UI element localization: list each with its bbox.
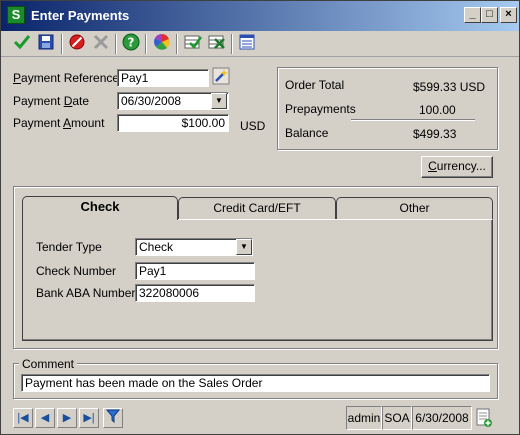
enter-payments-window: S Enter Payments _ □ × ? Payment Referen… bbox=[0, 0, 520, 435]
tab-check[interactable]: Check bbox=[22, 196, 178, 220]
first-record-icon[interactable]: |◀ bbox=[13, 408, 33, 428]
accept-grid-icon[interactable] bbox=[182, 33, 204, 55]
window-title: Enter Payments bbox=[31, 8, 130, 23]
date-dropdown-chevron-down-icon[interactable]: ▼ bbox=[211, 93, 227, 109]
svg-text:?: ? bbox=[128, 36, 135, 50]
color-wheel-icon[interactable] bbox=[151, 33, 173, 55]
tab-credit-card-eft[interactable]: Credit Card/EFT bbox=[178, 197, 336, 219]
maximize-button[interactable]: □ bbox=[481, 7, 498, 23]
title-bar: S Enter Payments _ □ × bbox=[1, 1, 519, 31]
tab-page-check bbox=[22, 219, 493, 341]
help-icon[interactable]: ? bbox=[120, 33, 142, 55]
status-bar: |◀ ◀ ▶ ▶| admin SOA 6/30/2008 bbox=[1, 403, 519, 434]
payment-reference-input[interactable]: Pay1 bbox=[117, 69, 209, 87]
lookup-wand-icon[interactable] bbox=[210, 67, 232, 89]
bank-aba-number-label: Bank ABA Number bbox=[36, 286, 136, 300]
payment-amount-label: Payment Amount bbox=[13, 116, 105, 130]
delete-x-icon[interactable] bbox=[90, 33, 112, 55]
save-disk-icon[interactable] bbox=[35, 33, 57, 55]
toolbar: ? bbox=[1, 31, 519, 57]
order-total-label: Order Total bbox=[285, 78, 345, 92]
tender-type-label: Tender Type bbox=[36, 240, 102, 254]
comment-label: Comment bbox=[19, 357, 78, 371]
toolbar-separator bbox=[115, 34, 117, 54]
next-record-icon[interactable]: ▶ bbox=[57, 408, 77, 428]
last-record-icon[interactable]: ▶| bbox=[79, 408, 99, 428]
status-date: 6/30/2008 bbox=[412, 406, 472, 430]
summary-divider bbox=[351, 119, 475, 121]
memo-add-icon[interactable] bbox=[474, 408, 494, 428]
toolbar-separator bbox=[145, 34, 147, 54]
accept-check-icon[interactable] bbox=[11, 33, 33, 55]
list-icon[interactable] bbox=[236, 33, 258, 55]
prepayments-value: 100.00 bbox=[419, 103, 456, 117]
toolbar-separator bbox=[61, 34, 63, 54]
cancel-icon[interactable] bbox=[66, 33, 88, 55]
status-company: SOA bbox=[382, 406, 412, 430]
previous-record-icon[interactable]: ◀ bbox=[35, 408, 55, 428]
order-total-value: $599.33 USD bbox=[413, 80, 486, 94]
payment-reference-label: Payment Reference bbox=[13, 71, 120, 85]
comment-input[interactable]: Payment has been made on the Sales Order bbox=[21, 374, 490, 392]
currency-code-label: USD bbox=[240, 119, 266, 133]
tender-type-chevron-down-icon[interactable]: ▼ bbox=[236, 239, 252, 255]
app-icon: S bbox=[7, 6, 25, 24]
payment-amount-input[interactable]: $100.00 bbox=[117, 114, 229, 132]
currency-button[interactable]: Currency... bbox=[421, 156, 493, 178]
active-tab-join bbox=[23, 218, 177, 221]
check-number-input[interactable]: Pay1 bbox=[135, 262, 255, 280]
toolbar-separator bbox=[231, 34, 233, 54]
filter-funnel-icon[interactable] bbox=[103, 408, 123, 428]
check-number-label: Check Number bbox=[36, 264, 117, 278]
bank-aba-number-input[interactable]: 322080006 bbox=[135, 284, 255, 302]
payment-date-label: Payment Date bbox=[13, 94, 90, 108]
balance-label: Balance bbox=[285, 126, 329, 140]
prepayments-label: Prepayments bbox=[285, 102, 356, 116]
minimize-button[interactable]: _ bbox=[464, 7, 481, 23]
tab-other[interactable]: Other bbox=[336, 197, 493, 219]
toolbar-separator bbox=[176, 34, 178, 54]
balance-value: $499.33 bbox=[413, 127, 457, 141]
close-button[interactable]: × bbox=[500, 7, 517, 23]
status-user: admin bbox=[346, 406, 382, 430]
delete-grid-icon[interactable] bbox=[206, 33, 228, 55]
